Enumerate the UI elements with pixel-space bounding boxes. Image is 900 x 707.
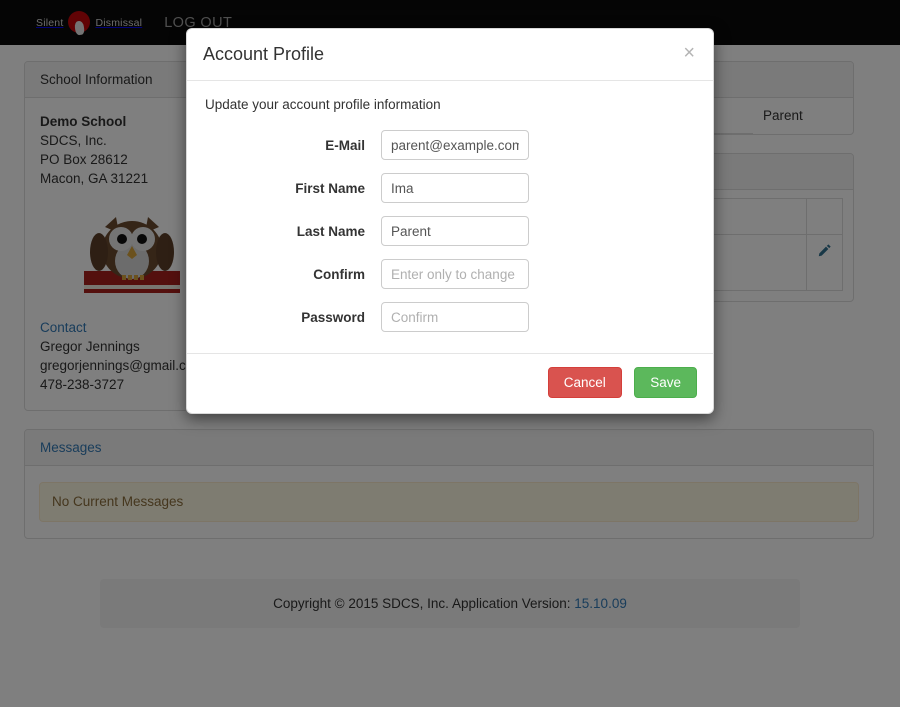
password-field[interactable] bbox=[381, 302, 529, 332]
last-name-field[interactable] bbox=[381, 216, 529, 246]
modal-intro-text: Update your account profile information bbox=[205, 97, 697, 112]
modal-header: Account Profile × bbox=[187, 29, 713, 81]
email-field[interactable] bbox=[381, 130, 529, 160]
first-name-field[interactable] bbox=[381, 173, 529, 203]
save-button[interactable]: Save bbox=[634, 367, 697, 398]
close-icon[interactable]: × bbox=[679, 41, 699, 65]
form-row-password: Password bbox=[203, 302, 697, 332]
last-name-label: Last Name bbox=[203, 224, 381, 239]
email-label: E-Mail bbox=[203, 138, 381, 153]
confirm-label: Confirm bbox=[203, 267, 381, 282]
cancel-button[interactable]: Cancel bbox=[548, 367, 622, 398]
confirm-field[interactable] bbox=[381, 259, 529, 289]
account-profile-modal: Account Profile × Update your account pr… bbox=[186, 28, 714, 414]
form-row-first-name: First Name bbox=[203, 173, 697, 203]
modal-footer: Cancel Save bbox=[187, 353, 713, 413]
modal-title: Account Profile bbox=[203, 43, 697, 66]
password-label: Password bbox=[203, 310, 381, 325]
form-row-confirm: Confirm bbox=[203, 259, 697, 289]
first-name-label: First Name bbox=[203, 181, 381, 196]
modal-body: Update your account profile information … bbox=[187, 81, 713, 353]
form-row-email: E-Mail bbox=[203, 130, 697, 160]
form-row-last-name: Last Name bbox=[203, 216, 697, 246]
